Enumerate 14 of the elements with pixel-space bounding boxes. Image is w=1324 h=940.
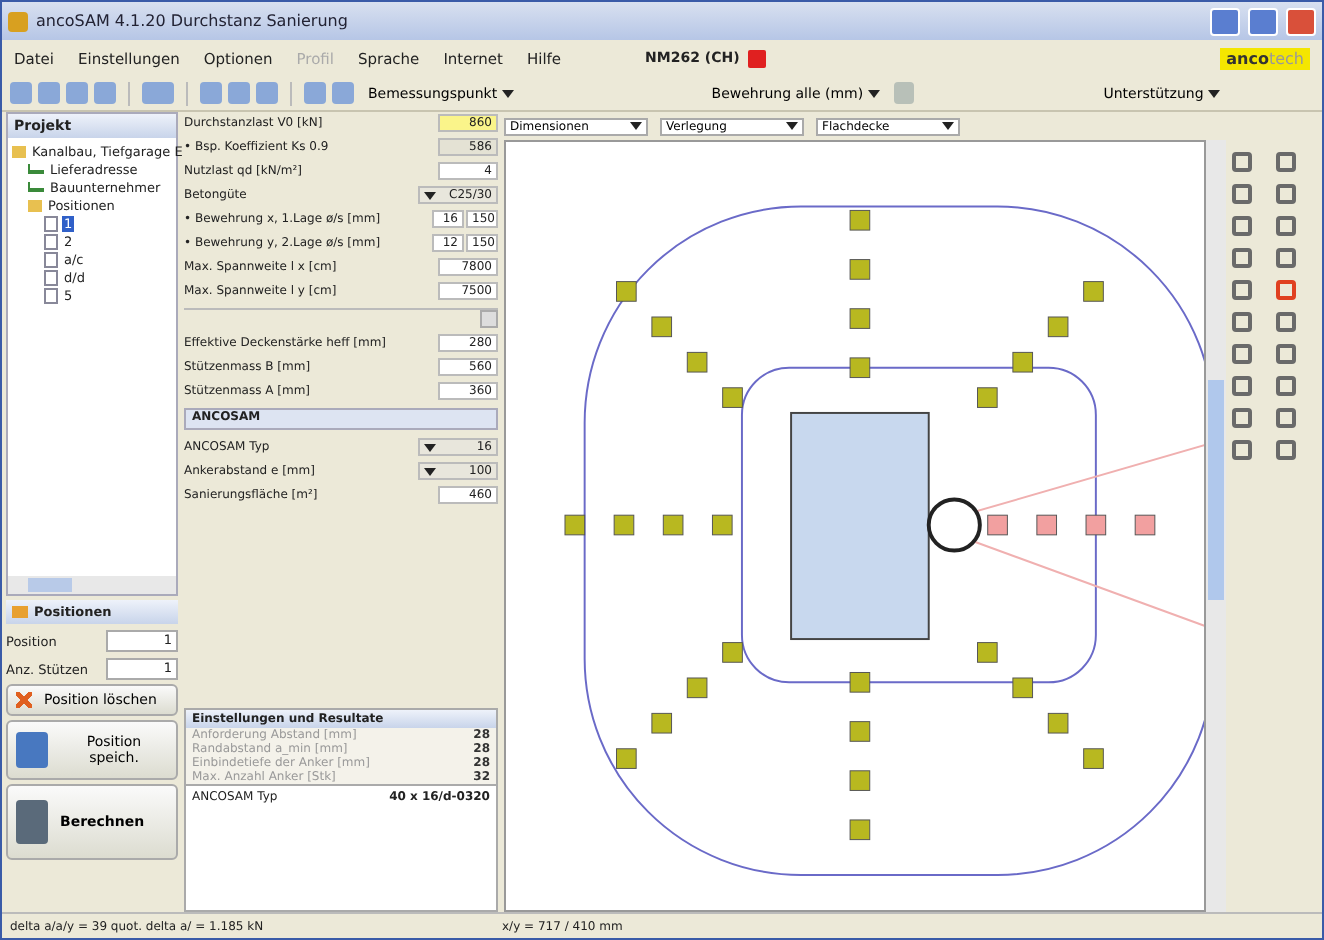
- scrollbar[interactable]: [8, 576, 176, 594]
- close-button[interactable]: [1286, 7, 1316, 35]
- drawing-canvas[interactable]: [504, 140, 1206, 912]
- minimize-button[interactable]: [1210, 7, 1240, 35]
- maximize-button[interactable]: [1248, 7, 1278, 35]
- logo: ancotech: [1220, 47, 1310, 69]
- folder-icon: [28, 199, 42, 211]
- window-title: ancoSAM 4.1.20 Durchstanz Sanierung: [36, 12, 348, 30]
- cross-icon: [16, 692, 32, 708]
- folder-icon: [12, 145, 26, 157]
- calculator-icon: [16, 800, 48, 844]
- app-icon: [8, 11, 28, 31]
- flag-icon: [747, 49, 766, 67]
- scrollbar[interactable]: [1206, 140, 1226, 912]
